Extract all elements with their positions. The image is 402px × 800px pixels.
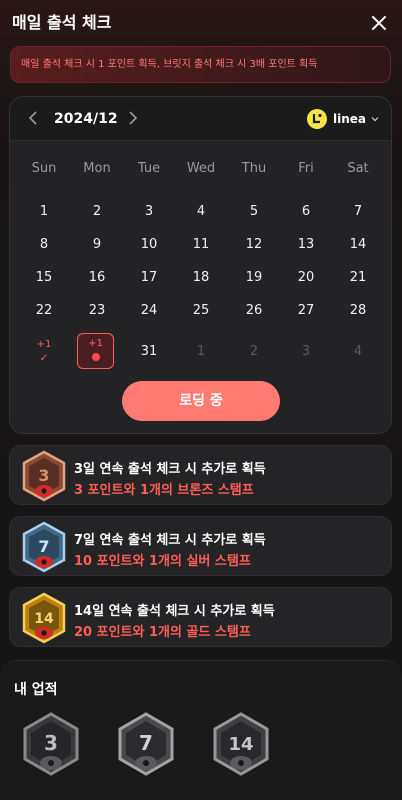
day-cell[interactable]: 6 (286, 203, 326, 221)
day-cell[interactable]: 13 (286, 236, 326, 254)
page-title: 매일 출석 체크 (12, 13, 112, 32)
svg-text:14: 14 (228, 734, 253, 755)
prev-month-icon[interactable] (26, 110, 42, 126)
calendar: 2024/12 linea Sun Mon Tue Wed Thu Fri Sat 1234… (9, 96, 392, 434)
day-cell[interactable]: 20 (286, 269, 326, 287)
calendar-header: 2024/12 linea (10, 97, 391, 141)
next-month-day: 3 (301, 344, 311, 359)
today-cell[interactable]: +1 (77, 333, 114, 369)
day-cell[interactable]: 11 (181, 236, 221, 254)
streak-reward: 10 포인트와 1개의 실버 스탬프 (74, 554, 251, 569)
today-reward: +1 (88, 338, 103, 349)
day-cell[interactable]: 15 (24, 269, 64, 287)
day-cell[interactable]: 5 (234, 203, 274, 221)
day-cell[interactable]: 8 (24, 236, 64, 254)
bronze-stamp-locked-icon: 3 (23, 712, 79, 776)
weekday-label: Tue (137, 161, 161, 176)
day-cell[interactable]: 10 (129, 236, 169, 254)
svg-text:3: 3 (44, 731, 58, 755)
streak-reward: 3 포인트와 1개의 브론즈 스탬프 (74, 483, 254, 498)
daily-checkin-panel: 매일 출석 체크 매일 출석 체크 시 1 포인트 획득, 브릿지 출석 체크 … (0, 0, 402, 800)
silver-stamp-icon: 7 (22, 521, 66, 573)
day-cell[interactable]: 9 (77, 236, 117, 254)
checked-reward: +1 (36, 339, 52, 350)
day-cell[interactable]: 25 (181, 302, 221, 320)
weekday-label: Thu (241, 161, 267, 176)
day-cell[interactable]: 14 (338, 236, 378, 254)
close-icon[interactable] (370, 14, 388, 32)
streak-card-3: 3 3일 연속 출석 체크 시 추가로 획득 3 포인트와 1개의 브론즈 스탬… (9, 445, 392, 505)
day-cell[interactable]: 12 (234, 236, 274, 254)
next-month-icon[interactable] (124, 110, 140, 126)
day-cell[interactable]: 7 (338, 203, 378, 221)
day-cell[interactable]: 19 (234, 269, 274, 287)
weekday-label: Sun (31, 161, 57, 176)
header: 매일 출석 체크 (12, 10, 390, 36)
streak-reward: 20 포인트와 1개의 골드 스탬프 (74, 625, 251, 640)
achievements-section: 내 업적 3 7 14 (0, 660, 402, 800)
check-mark-icon: ✓ (39, 353, 49, 364)
day-cell[interactable]: 16 (77, 269, 117, 287)
svg-text:14: 14 (34, 611, 54, 627)
chain-name: linea (332, 112, 366, 126)
day-31[interactable]: 31 (129, 343, 169, 361)
day-cell[interactable]: 2 (77, 203, 117, 221)
silver-stamp-locked-icon: 7 (118, 712, 174, 776)
day-cell[interactable]: 23 (77, 302, 117, 320)
weekday-label: Sat (347, 161, 369, 176)
svg-text:7: 7 (38, 537, 49, 556)
day-cell[interactable]: 3 (129, 203, 169, 221)
next-month-day: 4 (353, 344, 363, 359)
day-cell[interactable]: 21 (338, 269, 378, 287)
svg-text:3: 3 (38, 466, 49, 485)
day-cell[interactable]: 24 (129, 302, 169, 320)
gold-stamp-icon: 14 (22, 592, 66, 644)
streak-title: 7일 연속 출석 체크 시 추가로 획득 (74, 533, 266, 548)
streak-card-14: 14 14일 연속 출석 체크 시 추가로 획득 20 포인트와 1개의 골드 … (9, 587, 392, 647)
notice-banner: 매일 출석 체크 시 1 포인트 획득, 브릿지 출석 체크 시 3배 포인트 … (10, 46, 391, 83)
streak-card-7: 7 7일 연속 출석 체크 시 추가로 획득 10 포인트와 1개의 실버 스탬… (9, 516, 392, 576)
weekday-label: Wed (186, 161, 216, 176)
day-cell[interactable]: 17 (129, 269, 169, 287)
chevron-down-icon (371, 117, 379, 122)
streak-title: 14일 연속 출석 체크 시 추가로 획득 (74, 604, 275, 619)
next-month-day: 2 (249, 344, 259, 359)
svg-text:7: 7 (139, 731, 153, 755)
gold-stamp-locked-icon: 14 (213, 712, 269, 776)
day-cell[interactable]: 1 (24, 203, 64, 221)
achievements-title: 내 업적 (14, 682, 58, 698)
linea-logo-icon (306, 109, 327, 129)
streak-title: 3일 연속 출석 체크 시 추가로 획득 (74, 462, 266, 477)
next-month-day: 1 (196, 344, 206, 359)
day-cell[interactable]: 22 (24, 302, 64, 320)
day-cell[interactable]: 18 (181, 269, 221, 287)
day-cell[interactable]: 4 (181, 203, 221, 221)
bronze-stamp-icon: 3 (22, 450, 66, 502)
day-cell[interactable]: 27 (286, 302, 326, 320)
day-cell[interactable]: 28 (338, 302, 378, 320)
weekday-label: Mon (83, 161, 111, 176)
day-cell[interactable]: 26 (234, 302, 274, 320)
checkin-button[interactable]: 로딩 중 (122, 381, 280, 421)
today-stamp-icon (92, 353, 100, 361)
weekday-label: Fri (298, 161, 314, 176)
month-label: 2024/12 (54, 111, 118, 127)
chain-selector[interactable]: linea (306, 108, 379, 130)
